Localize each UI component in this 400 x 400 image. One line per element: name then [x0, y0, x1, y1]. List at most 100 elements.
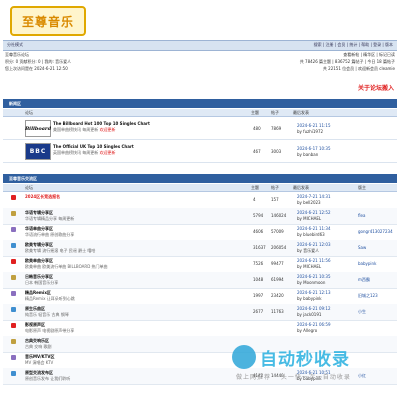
last-post-date[interactable]: 2024-6-21 11:34 [297, 226, 331, 231]
forum-mode-link[interactable]: 分社模式 [7, 42, 23, 48]
thread-row[interactable]: 日韩音乐分享区 日本 韩国音乐分享 1048 61994 2024-6-21 10:35… [3, 272, 397, 289]
forum-status-icon [11, 211, 16, 216]
section-header-news[interactable]: 新闻区 [3, 99, 397, 108]
posts-count: 146024 [271, 213, 287, 218]
thread-row[interactable]: 欧美专辑分享区 欧美专辑 流行摇滚 电子 民谣 爵士 嘻哈 31637 206054 2… [3, 240, 397, 257]
forum-tag: 欢迎更新 [99, 150, 116, 155]
nav-links[interactable]: 搜索 | 注册 | 会员 | 统计 | 帮助 | 登录 | 版本 [314, 42, 393, 48]
topics-count: 1048 [253, 277, 264, 282]
site-logo[interactable]: 至尊音乐 [10, 6, 86, 36]
forum-status-icon [11, 291, 16, 296]
last-post-by[interactable]: by Allegro [297, 328, 317, 333]
col-mod: 版主 [358, 185, 366, 190]
forum-row[interactable]: BBC The Official UK Top 10 Singles Chart… [3, 140, 397, 163]
forum-name[interactable]: The Billboard Hot 100 Top 10 Singles Cha… [53, 121, 150, 126]
topics-count: 31637 [253, 245, 266, 250]
section-header-exchange[interactable]: 至尊音乐交流区 [3, 174, 397, 183]
last-post-date[interactable]: 2024-7-21 14:31 [297, 194, 331, 199]
section-title: 新闻区 [9, 101, 21, 106]
last-post-date[interactable]: 2024-6-21 12:52 [297, 210, 331, 215]
last-post-by[interactable]: by banban [297, 152, 318, 157]
forum-status-icon [11, 275, 16, 280]
thread-desc: 欧美专辑 流行摇滚 电子 民谣 爵士 嘻哈 [25, 248, 96, 253]
posts-count: 7869 [271, 126, 282, 131]
column-header: 论坛 主题 帖子 最后发表 版主 [3, 184, 397, 192]
posts-count: 11763 [271, 309, 284, 314]
moderator-link[interactable]: babypink [358, 261, 376, 266]
col-last: 最后发表 [293, 185, 309, 190]
posts-count: 206054 [271, 245, 287, 250]
forum-status-icon [11, 371, 16, 376]
posts-count: 157 [271, 197, 279, 202]
last-post-by[interactable]: by MICHAEL [297, 216, 321, 221]
forum-status-icon [11, 339, 16, 344]
last-post-by[interactable]: by fuzhi1972 [297, 129, 323, 134]
thread-row[interactable]: 欧美单曲分享区 欧美单曲 欧美流行单曲 BILLBOARD 热门单曲 7526 994… [3, 256, 397, 273]
forum-title[interactable]: 至尊音乐论坛 [5, 52, 29, 59]
topics-count: 1997 [253, 293, 264, 298]
topics-count: 5794 [253, 213, 264, 218]
last-post-by[interactable]: by babypink [297, 296, 322, 301]
thread-row[interactable]: 原生乐曲区 纯音乐 轻音乐 古典 钢琴 2677 11763 2024-6-21 09:… [3, 304, 397, 321]
thread-desc: 日本 韩国音乐分享 [25, 280, 59, 285]
col-forum: 论坛 [25, 185, 33, 190]
last-post-date[interactable]: 2024-6-21 12:03 [297, 242, 331, 247]
last-post-date[interactable]: 2024-6-21 12:13 [297, 290, 331, 295]
forum-stats: 共 78426 篇主题 | 836752 篇帖子 | 今日 18 篇帖子 [299, 59, 395, 64]
forum-status-icon [11, 355, 16, 360]
moderator-link[interactable]: flea [358, 213, 365, 218]
last-post-by[interactable]: by jack0191 [297, 312, 321, 317]
thread-row[interactable]: 华语专辑分享区 华语专辑精品分享 每周更新 5794 146024 2024-6-21 … [3, 208, 397, 225]
watermark: 自动秒收录 做上网推荐 一头一快一次一自动收录 [228, 342, 398, 384]
last-post-date[interactable]: 2024-6-21 09:12 [297, 306, 331, 311]
thread-title[interactable]: 2024区长竞选报名 [25, 194, 60, 200]
quick-links[interactable]: 查看新帖 | 精华区 | 标记已读 [343, 52, 395, 59]
forum-status-icon [11, 307, 16, 312]
forum-status-icon [11, 243, 16, 248]
moderator-link[interactable]: Saw [358, 245, 366, 250]
thread-row[interactable]: 2024区长竞选报名 4 157 2024-7-21 14:31 by bell2023 [3, 192, 397, 209]
posts-count: 99477 [271, 261, 284, 266]
section-title: 至尊音乐交流区 [9, 176, 37, 181]
last-post-by[interactable]: by Moonmoon [297, 280, 325, 285]
moderator-link[interactable]: 小生 [358, 309, 366, 315]
forum-row[interactable]: Billboard The Billboard Hot 100 Top 10 S… [3, 117, 397, 140]
moderator-link[interactable]: m西霸 [358, 277, 370, 283]
forum-desc: 美国单曲榜快讯 每周更新 [53, 127, 99, 132]
last-visit: 您上次访问是在 2024-6-21 12:50 [5, 66, 68, 71]
last-post-date[interactable]: 2024-6-21 11:56 [297, 258, 331, 263]
posts-count: 61994 [271, 277, 284, 282]
join-link[interactable]: 关于论坛搬入 [358, 83, 394, 92]
watermark-logo-icon [232, 345, 256, 369]
thread-desc: 华语专辑精品分享 每周更新 [25, 216, 75, 221]
billboard-logo: Billboard [25, 120, 51, 137]
topics-count: 480 [253, 126, 261, 131]
forum-info: 至尊音乐论坛 积分: 0 贡献积分: 0 | 我的: 音乐爱人 您上次访问是在 … [3, 52, 397, 80]
col-posts: 帖子 [271, 110, 279, 115]
topics-count: 7526 [253, 261, 264, 266]
moderator-link[interactable]: gongr413027234 [358, 229, 393, 234]
topics-count: 4606 [253, 229, 264, 234]
thread-row[interactable]: 华语单曲分享区 华语流行单曲 原创歌曲分享 4606 57009 2024-6-21 1… [3, 224, 397, 241]
last-post-date[interactable]: 2024-6-17 10:35 [297, 146, 331, 151]
last-post-by[interactable]: by 音乐爱人 [297, 248, 319, 254]
col-posts: 帖子 [271, 185, 279, 190]
thread-desc: MV 演唱会 KTV [25, 360, 54, 365]
last-post-date[interactable]: 2024-6-21 06:59 [297, 322, 331, 327]
last-post-by[interactable]: by bell2023 [297, 200, 321, 205]
top-nav: 分社模式 搜索 | 注册 | 会员 | 统计 | 帮助 | 登录 | 版本 [3, 40, 397, 51]
last-post-date[interactable]: 2024-6-21 10:35 [297, 274, 331, 279]
thread-desc: 纯音乐 轻音乐 古典 钢琴 [25, 312, 69, 317]
forum-status-icon [11, 323, 16, 328]
moderator-link[interactable]: 旧城之123 [358, 293, 378, 299]
thread-row[interactable]: 影视原声区 电影原声 电视剧原声带分享 2024-6-21 06:59 by Alle… [3, 320, 397, 337]
last-post-date[interactable]: 2024-6-21 11:15 [297, 123, 331, 128]
forum-status-icon [11, 227, 16, 232]
last-post-by[interactable]: by MICHAEL [297, 264, 321, 269]
thread-row[interactable]: 精品Remix区 精品Remix 让耳朵听到心跳 1997 23420 2024-6-2… [3, 288, 397, 305]
thread-desc: 精品Remix 让耳朵听到心跳 [25, 296, 75, 301]
last-post-by[interactable]: by bluebird63 [297, 232, 325, 237]
forum-name[interactable]: The Official UK Top 10 Singles Chart [53, 144, 134, 149]
forum-desc: 英国单曲榜快讯 每周更新 [53, 150, 99, 155]
forum-status-icon [11, 259, 16, 264]
